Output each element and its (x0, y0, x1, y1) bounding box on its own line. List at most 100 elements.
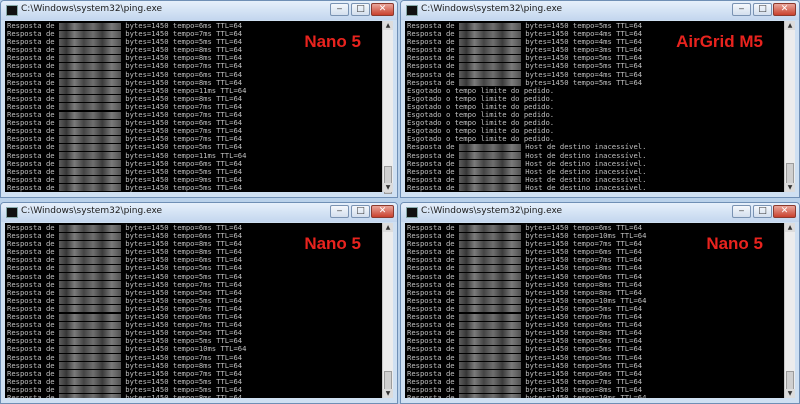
blurred-ip-address (58, 264, 121, 272)
blurred-ip-address (58, 160, 121, 168)
window-title: C:\Windows\system32\ping.exe (21, 4, 163, 14)
window-title: C:\Windows\system32\ping.exe (21, 206, 163, 216)
blurred-ip-address (458, 362, 521, 370)
minimize-button[interactable]: ‒ (732, 3, 751, 16)
blurred-ip-address (458, 54, 521, 62)
blurred-ip-address (58, 119, 121, 127)
maximize-button[interactable]: □ (351, 205, 370, 218)
console-output[interactable]: Resposta de bytes=1450 tempo=6ms TTL=64 R… (5, 21, 383, 192)
console-output[interactable]: Resposta de bytes=1450 tempo=6ms TTL=64 R… (405, 223, 785, 398)
vertical-scrollbar[interactable]: ▲ ▼ (382, 21, 393, 194)
ping-window-top-left[interactable]: C:\Windows\system32\ping.exe ‒ □ ✕ Respo… (0, 0, 398, 198)
blurred-ip-address (58, 111, 121, 119)
blurred-ip-address (458, 79, 521, 87)
device-label: Nano 5 (706, 234, 763, 253)
minimize-button[interactable]: ‒ (330, 3, 349, 16)
blurred-ip-address (458, 386, 521, 394)
close-button[interactable]: ✕ (773, 3, 796, 16)
scroll-down-icon[interactable]: ▼ (785, 183, 795, 192)
line-prefix: Resposta de (407, 191, 459, 192)
line-text: bytes=1450 tempo=10ms TTL=64 (525, 392, 647, 398)
blurred-ip-address (58, 394, 121, 398)
blurred-ip-address (458, 256, 521, 264)
blurred-ip-address (458, 38, 521, 46)
window-title: C:\Windows\system32\ping.exe (421, 206, 563, 216)
blurred-ip-address (58, 345, 121, 353)
blurred-ip-address (458, 176, 521, 184)
blurred-ip-address (58, 127, 121, 135)
ping-window-bottom-right[interactable]: C:\Windows\system32\ping.exe ‒ □ ✕ Respo… (400, 202, 800, 404)
blurred-ip-address (58, 95, 121, 103)
blurred-ip-address (58, 337, 121, 345)
device-label: Nano 5 (304, 234, 361, 253)
blurred-ip-address (458, 184, 521, 192)
blurred-ip-address (58, 362, 121, 370)
blurred-ip-address (458, 337, 521, 345)
blurred-ip-address (58, 256, 121, 264)
blurred-ip-address (58, 54, 121, 62)
blurred-ip-address (458, 22, 521, 30)
minimize-button[interactable]: ‒ (330, 205, 349, 218)
maximize-button[interactable]: □ (351, 3, 370, 16)
maximize-button[interactable]: □ (753, 205, 772, 218)
ping-window-top-right[interactable]: C:\Windows\system32\ping.exe ‒ □ ✕ Respo… (400, 0, 800, 198)
scroll-down-icon[interactable]: ▼ (383, 389, 393, 398)
blurred-ip-address (58, 378, 121, 386)
line-prefix: Resposta de (407, 392, 459, 398)
scroll-down-icon[interactable]: ▼ (785, 389, 795, 398)
scroll-up-icon[interactable]: ▲ (383, 223, 393, 232)
blurred-ip-address (458, 273, 521, 281)
close-button[interactable]: ✕ (371, 3, 394, 16)
scroll-down-icon[interactable]: ▼ (383, 183, 393, 192)
blurred-ip-address (458, 224, 521, 232)
line-text: bytes=1450 tempo=8ms TTL=64 (125, 392, 243, 398)
title-bar[interactable]: C:\Windows\system32\ping.exe ‒ □ ✕ (1, 1, 397, 20)
vertical-scrollbar[interactable]: ▲ ▼ (784, 21, 795, 192)
title-bar[interactable]: C:\Windows\system32\ping.exe ‒ □ ✕ (401, 203, 799, 222)
scroll-up-icon[interactable]: ▲ (383, 21, 393, 30)
maximize-button[interactable]: □ (753, 3, 772, 16)
blurred-ip-address (58, 135, 121, 143)
blurred-ip-address (58, 176, 121, 184)
blurred-ip-address (58, 273, 121, 281)
vertical-scrollbar[interactable]: ▲ ▼ (382, 223, 393, 398)
blurred-ip-address (58, 305, 121, 313)
blurred-ip-address (58, 386, 121, 394)
console-output[interactable]: Resposta de bytes=1450 tempo=6ms TTL=64 R… (5, 223, 383, 398)
vertical-scrollbar[interactable]: ▲ ▼ (784, 223, 795, 398)
blurred-ip-address (58, 370, 121, 378)
blurred-ip-address (58, 321, 121, 329)
blurred-ip-address (58, 184, 121, 192)
close-button[interactable]: ✕ (371, 205, 394, 218)
blurred-ip-address (58, 71, 121, 79)
blurred-ip-address (458, 378, 521, 386)
blurred-ip-address (58, 103, 121, 111)
blurred-ip-address (458, 289, 521, 297)
blurred-ip-address (58, 354, 121, 361)
console-icon (406, 207, 418, 218)
blurred-ip-address (458, 305, 521, 313)
line-text: bytes=1450 tempo=21ms TTL=64 (125, 191, 246, 192)
blurred-ip-address (58, 232, 121, 240)
blurred-ip-address (58, 240, 121, 248)
console-output[interactable]: Resposta de bytes=1450 tempo=5ms TTL=64 R… (405, 21, 785, 192)
blurred-ip-address (58, 329, 121, 337)
minimize-button[interactable]: ‒ (732, 205, 751, 218)
title-bar[interactable]: C:\Windows\system32\ping.exe ‒ □ ✕ (1, 203, 397, 222)
ping-window-bottom-left[interactable]: C:\Windows\system32\ping.exe ‒ □ ✕ Respo… (0, 202, 398, 404)
title-bar[interactable]: C:\Windows\system32\ping.exe ‒ □ ✕ (401, 1, 799, 20)
console-icon (406, 5, 418, 16)
blurred-ip-address (58, 313, 121, 321)
blurred-ip-address (458, 264, 521, 272)
scroll-up-icon[interactable]: ▲ (785, 21, 795, 30)
blurred-ip-address (458, 329, 521, 337)
scroll-up-icon[interactable]: ▲ (785, 223, 795, 232)
blurred-ip-address (458, 168, 521, 176)
blurred-ip-address (58, 38, 121, 46)
close-button[interactable]: ✕ (773, 205, 796, 218)
blurred-ip-address (458, 354, 521, 361)
blurred-ip-address (458, 345, 521, 353)
blurred-ip-address (458, 160, 521, 168)
blurred-ip-address (58, 143, 121, 151)
blurred-ip-address (58, 224, 121, 232)
